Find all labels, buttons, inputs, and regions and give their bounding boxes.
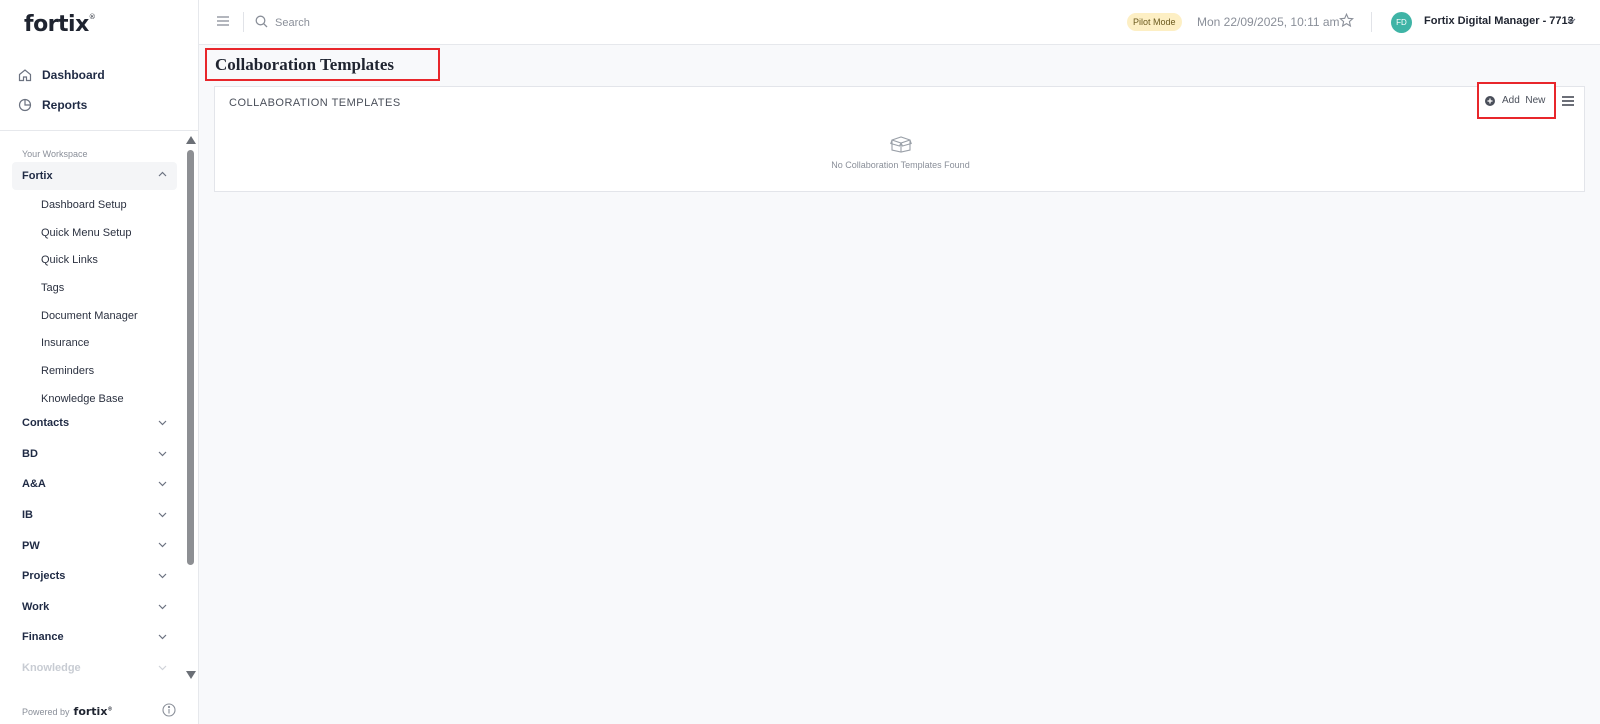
group-fortix[interactable]: Fortix	[12, 162, 177, 190]
empty-state-message: No Collaboration Templates Found	[831, 160, 970, 170]
panel-title: COLLABORATION TEMPLATES	[229, 97, 401, 109]
group-pw[interactable]: PW	[0, 530, 185, 561]
group-label: BD	[22, 447, 38, 460]
submenu-item-quick-menu-setup[interactable]: Quick Menu Setup	[41, 219, 138, 247]
star-icon[interactable]	[1339, 13, 1354, 28]
sidebar-divider	[0, 130, 199, 131]
submenu-item-dashboard-setup[interactable]: Dashboard Setup	[41, 191, 138, 219]
add-new-label: Add New	[1502, 95, 1546, 106]
current-datetime: Mon 22/09/2025, 10:11 am	[1197, 15, 1340, 29]
nav-reports[interactable]: Reports	[0, 90, 199, 120]
group-label: Contacts	[22, 417, 70, 430]
group-label: Projects	[22, 570, 66, 583]
group-label: Work	[22, 600, 50, 613]
workspace-label: Your Workspace	[22, 149, 88, 159]
chevron-up-icon	[158, 171, 167, 177]
group-finance[interactable]: Finance	[0, 622, 185, 653]
chevron-down-icon	[158, 420, 167, 426]
primary-nav: Dashboard Reports	[0, 60, 199, 120]
home-icon	[18, 69, 32, 82]
powered-by: Powered by fortix®	[22, 705, 112, 718]
group-fortix-label: Fortix	[22, 170, 53, 182]
chevron-down-icon	[158, 573, 167, 579]
nav-reports-label: Reports	[42, 98, 88, 112]
collapsed-groups: Contacts BD A&A IB PW Projects Work Fina…	[0, 408, 185, 680]
pie-chart-icon	[18, 98, 32, 112]
user-name[interactable]: Fortix Digital Manager - 7713	[1424, 15, 1574, 27]
group-ib[interactable]: IB	[0, 500, 185, 531]
group-label: Knowledge	[22, 662, 81, 675]
submenu-item-insurance[interactable]: Insurance	[41, 329, 138, 357]
scroll-down-arrow-icon[interactable]	[186, 671, 196, 679]
submenu-item-document-manager[interactable]: Document Manager	[41, 302, 138, 330]
chevron-down-icon	[158, 481, 167, 487]
group-bd[interactable]: BD	[0, 439, 185, 470]
scroll-thumb[interactable]	[187, 150, 194, 565]
brand-logo[interactable]: fortix®	[24, 12, 96, 37]
sidebar: fortix® Dashboard Reports Your Workspace…	[0, 0, 199, 724]
chevron-down-icon	[158, 451, 167, 456]
powered-by-label: Powered by	[22, 706, 70, 717]
group-work[interactable]: Work	[0, 592, 185, 623]
group-contacts[interactable]: Contacts	[0, 408, 185, 439]
plus-circle-icon	[1485, 95, 1495, 106]
chevron-down-icon	[158, 512, 167, 518]
header-divider	[243, 12, 244, 32]
search-icon	[255, 15, 268, 28]
submenu-item-tags[interactable]: Tags	[41, 274, 138, 302]
sidebar-scrollbar[interactable]	[185, 135, 197, 680]
collaboration-templates-panel: COLLABORATION TEMPLATES Add New No Colla…	[214, 82, 1585, 192]
group-label: PW	[22, 539, 40, 552]
chevron-down-icon[interactable]	[1567, 18, 1576, 24]
chevron-down-icon	[158, 634, 167, 640]
user-avatar[interactable]: FD	[1391, 12, 1412, 33]
group-label: A&A	[22, 478, 46, 491]
workspace-menu: Your Workspace Fortix Dashboard Setup Qu…	[0, 135, 199, 680]
group-a-and-a[interactable]: A&A	[0, 469, 185, 500]
group-label: Finance	[22, 631, 64, 644]
submenu-item-reminders[interactable]: Reminders	[41, 357, 138, 385]
chevron-down-icon	[158, 542, 167, 548]
chevron-down-icon	[158, 604, 167, 609]
page-title: Collaboration Templates	[205, 48, 440, 81]
nav-dashboard[interactable]: Dashboard	[0, 60, 199, 90]
group-projects[interactable]: Projects	[0, 561, 185, 592]
info-icon[interactable]	[162, 703, 176, 717]
empty-box-icon	[890, 136, 912, 153]
group-label: IB	[22, 509, 33, 522]
hamburger-menu-icon[interactable]	[216, 15, 230, 27]
top-header: Pilot Mode Mon 22/09/2025, 10:11 am FD F…	[199, 0, 1600, 45]
scroll-up-arrow-icon[interactable]	[186, 136, 196, 144]
search-input[interactable]	[275, 13, 535, 33]
pilot-mode-badge: Pilot Mode	[1127, 13, 1182, 31]
add-new-button[interactable]: Add New	[1477, 82, 1556, 119]
submenu-item-quick-links[interactable]: Quick Links	[41, 246, 138, 274]
panel-menu-icon[interactable]	[1561, 95, 1575, 107]
group-knowledge[interactable]: Knowledge	[0, 653, 185, 680]
header-divider	[1371, 12, 1372, 32]
chevron-down-icon	[158, 665, 167, 671]
powered-by-brand: fortix®	[73, 705, 113, 718]
nav-dashboard-label: Dashboard	[42, 68, 105, 82]
fortix-submenu: Dashboard Setup Quick Menu Setup Quick L…	[41, 191, 138, 413]
